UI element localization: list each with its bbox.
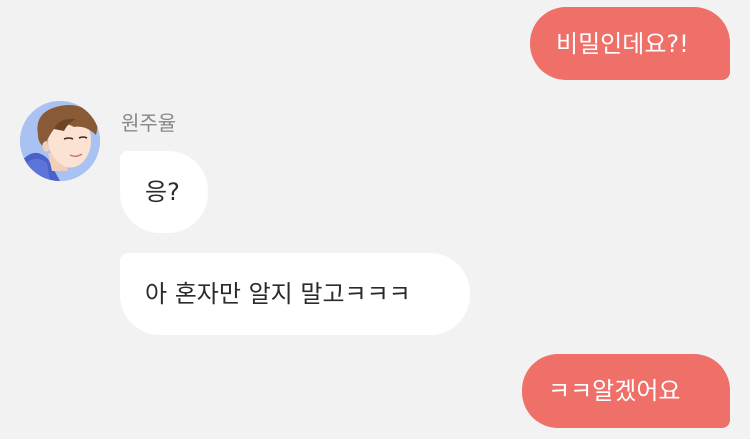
message-text: 아 혼자만 알지 말고ㅋㅋㅋ bbox=[145, 280, 411, 308]
incoming-message-bubble[interactable]: 응? bbox=[120, 151, 208, 233]
message-text: 비밀인데요?! bbox=[556, 29, 689, 58]
outgoing-message-bubble[interactable]: 비밀인데요?! bbox=[530, 7, 730, 80]
message-text: ㅋㅋ알겠어요 bbox=[548, 377, 681, 405]
sender-name: 원주율 bbox=[121, 111, 177, 135]
profile-avatar-icon[interactable] bbox=[20, 101, 100, 181]
message-text: 응? bbox=[145, 178, 180, 206]
outgoing-message-bubble[interactable]: ㅋㅋ알겠어요 bbox=[522, 354, 730, 428]
incoming-message-bubble[interactable]: 아 혼자만 알지 말고ㅋㅋㅋ bbox=[120, 253, 470, 335]
